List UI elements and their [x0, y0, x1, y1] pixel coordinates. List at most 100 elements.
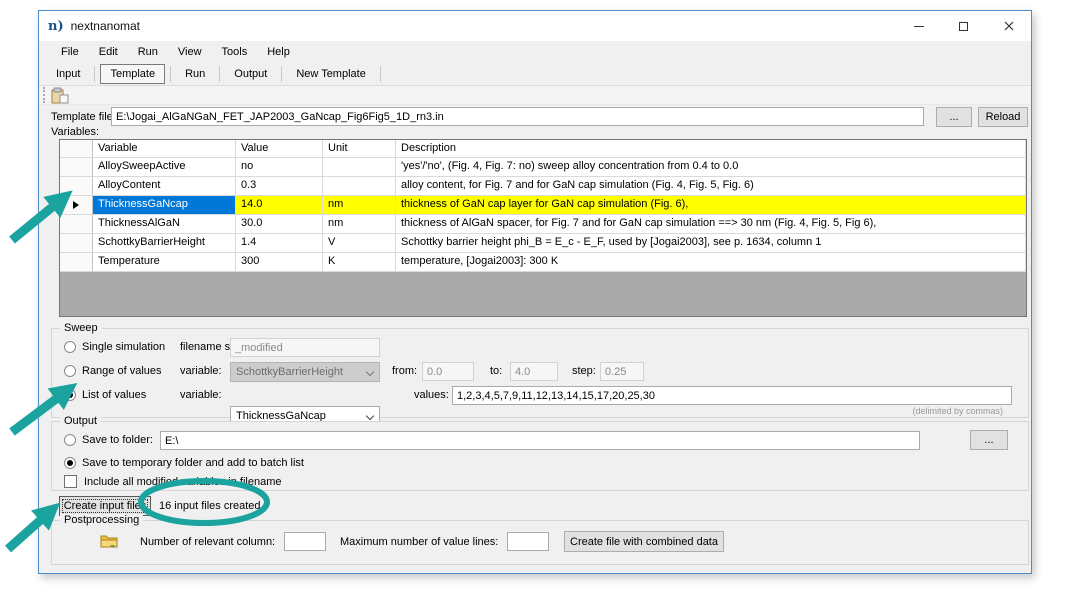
combine-folder-icon[interactable] [100, 532, 119, 549]
table-row[interactable]: AlloyContent 0.3 alloy content, for Fig.… [60, 177, 1026, 196]
cell-description[interactable]: temperature, [Jogai2003]: 300 K [396, 253, 1026, 272]
table-row-selected[interactable]: ThicknessGaNcap 14.0 nm thickness of GaN… [60, 196, 1026, 215]
cell-unit[interactable]: nm [323, 196, 396, 215]
save-folder-input[interactable] [160, 431, 920, 450]
combine-data-button[interactable]: Create file with combined data [564, 531, 724, 552]
checkbox-include-variables[interactable] [64, 475, 77, 488]
tab-output[interactable]: Output [225, 65, 276, 83]
cell-unit[interactable]: nm [323, 215, 396, 234]
cell-description[interactable]: alloy content, for Fig. 7 and for GaN ca… [396, 177, 1026, 196]
menu-bar: File Edit Run View Tools Help [39, 41, 1031, 63]
row-selector-cell[interactable] [60, 253, 93, 272]
cell-value[interactable]: no [236, 158, 323, 177]
tab-bar: Input Template Run Output New Template [39, 63, 1031, 85]
include-variables-label: Include all modified variables in filena… [84, 476, 282, 488]
values-label: values: [414, 389, 449, 401]
reload-button[interactable]: Reload [978, 107, 1028, 127]
radio-range-of-values[interactable] [64, 365, 76, 377]
row-selector-cell[interactable] [60, 158, 93, 177]
title-bar: n) nextnanomat [39, 11, 1031, 41]
from-label: from: [392, 365, 417, 377]
relevant-column-label: Number of relevant column: [140, 536, 275, 548]
output-group-label: Output [60, 415, 101, 427]
cell-value[interactable]: 1.4 [236, 234, 323, 253]
table-row[interactable]: ThicknessAlGaN 30.0 nm thickness of AlGa… [60, 215, 1026, 234]
menu-item-edit[interactable]: Edit [89, 43, 128, 61]
table-header-row: Variable Value Unit Description [60, 140, 1026, 158]
column-header-value[interactable]: Value [236, 140, 323, 158]
toolbar-grip[interactable] [43, 87, 45, 103]
cell-variable[interactable]: SchottkyBarrierHeight [93, 234, 236, 253]
value-lines-input[interactable] [507, 532, 549, 551]
row-selector-cell[interactable] [60, 215, 93, 234]
maximize-button[interactable] [941, 11, 986, 41]
table-row[interactable]: AlloySweepActive no 'yes'/'no', (Fig. 4,… [60, 158, 1026, 177]
cell-unit[interactable]: V [323, 234, 396, 253]
cell-variable[interactable]: AlloySweepActive [93, 158, 236, 177]
row-selector-cell[interactable] [60, 177, 93, 196]
cell-value[interactable]: 0.3 [236, 177, 323, 196]
table-row[interactable]: Temperature 300 K temperature, [Jogai200… [60, 253, 1026, 272]
row-selector-header [60, 140, 93, 158]
step-label: step: [572, 365, 596, 377]
cell-value[interactable]: 300 [236, 253, 323, 272]
sweep-group-label: Sweep [60, 322, 102, 334]
cell-variable[interactable]: Temperature [93, 253, 236, 272]
close-button[interactable] [986, 11, 1031, 41]
tab-new-template[interactable]: New Template [287, 65, 375, 83]
app-logo-icon: n) [48, 19, 64, 34]
cell-value[interactable]: 30.0 [236, 215, 323, 234]
values-hint: (delimited by commas) [912, 406, 1003, 416]
tab-input[interactable]: Input [47, 65, 89, 83]
menu-item-run[interactable]: Run [128, 43, 168, 61]
radio-save-temporary-folder[interactable] [64, 457, 76, 469]
menu-item-view[interactable]: View [168, 43, 212, 61]
cell-description[interactable]: 'yes'/'no', (Fig. 4, Fig. 7: no) sweep a… [396, 158, 1026, 177]
table-row[interactable]: SchottkyBarrierHeight 1.4 V Schottky bar… [60, 234, 1026, 253]
tab-separator [281, 66, 282, 82]
chevron-down-icon [366, 412, 374, 420]
range-variable-label: variable: [180, 365, 222, 377]
tab-run[interactable]: Run [176, 65, 214, 83]
values-input[interactable] [452, 386, 1012, 405]
cell-unit[interactable]: K [323, 253, 396, 272]
postprocessing-group: Postprocessing Number of relevant column… [51, 520, 1029, 565]
template-browse-button[interactable]: ... [936, 107, 972, 127]
menu-item-help[interactable]: Help [257, 43, 300, 61]
cell-value[interactable]: 14.0 [236, 196, 323, 215]
chevron-down-icon [366, 368, 374, 376]
cell-unit[interactable] [323, 177, 396, 196]
cell-unit[interactable] [323, 158, 396, 177]
menu-item-file[interactable]: File [51, 43, 89, 61]
row-selector-cell[interactable] [60, 196, 93, 215]
app-window: n) nextnanomat File Edit Run View Tools … [38, 10, 1032, 574]
paste-template-icon[interactable] [51, 87, 70, 104]
menu-item-tools[interactable]: Tools [212, 43, 258, 61]
row-selector-cell[interactable] [60, 234, 93, 253]
cell-description[interactable]: thickness of GaN cap layer for GaN cap s… [396, 196, 1026, 215]
cell-variable[interactable]: ThicknessGaNcap [93, 196, 236, 215]
cell-variable[interactable]: AlloyContent [93, 177, 236, 196]
radio-single-simulation[interactable] [64, 341, 76, 353]
save-folder-browse-button[interactable]: ... [970, 430, 1008, 450]
radio-list-of-values[interactable] [64, 389, 76, 401]
cell-description[interactable]: Schottky barrier height phi_B = E_c - E_… [396, 234, 1026, 253]
tab-separator [170, 66, 171, 82]
column-header-unit[interactable]: Unit [323, 140, 396, 158]
list-of-values-label: List of values [82, 389, 146, 401]
minimize-button[interactable] [896, 11, 941, 41]
tab-template[interactable]: Template [100, 64, 165, 84]
value-lines-label: Maximum number of value lines: [340, 536, 498, 548]
output-group: Output Save to folder: ... Save to tempo… [51, 421, 1029, 491]
column-header-description[interactable]: Description [396, 140, 1026, 158]
create-input-files-button[interactable]: Create input files [59, 496, 151, 516]
save-temporary-label: Save to temporary folder and add to batc… [82, 457, 304, 469]
list-variable-label: variable: [180, 389, 222, 401]
template-file-input[interactable] [111, 107, 924, 126]
relevant-column-input[interactable] [284, 532, 326, 551]
cell-variable[interactable]: ThicknessAlGaN [93, 215, 236, 234]
radio-save-to-folder[interactable] [64, 434, 76, 446]
column-header-variable[interactable]: Variable [93, 140, 236, 158]
cell-description[interactable]: thickness of AlGaN spacer, for Fig. 7 an… [396, 215, 1026, 234]
from-input [422, 362, 474, 381]
